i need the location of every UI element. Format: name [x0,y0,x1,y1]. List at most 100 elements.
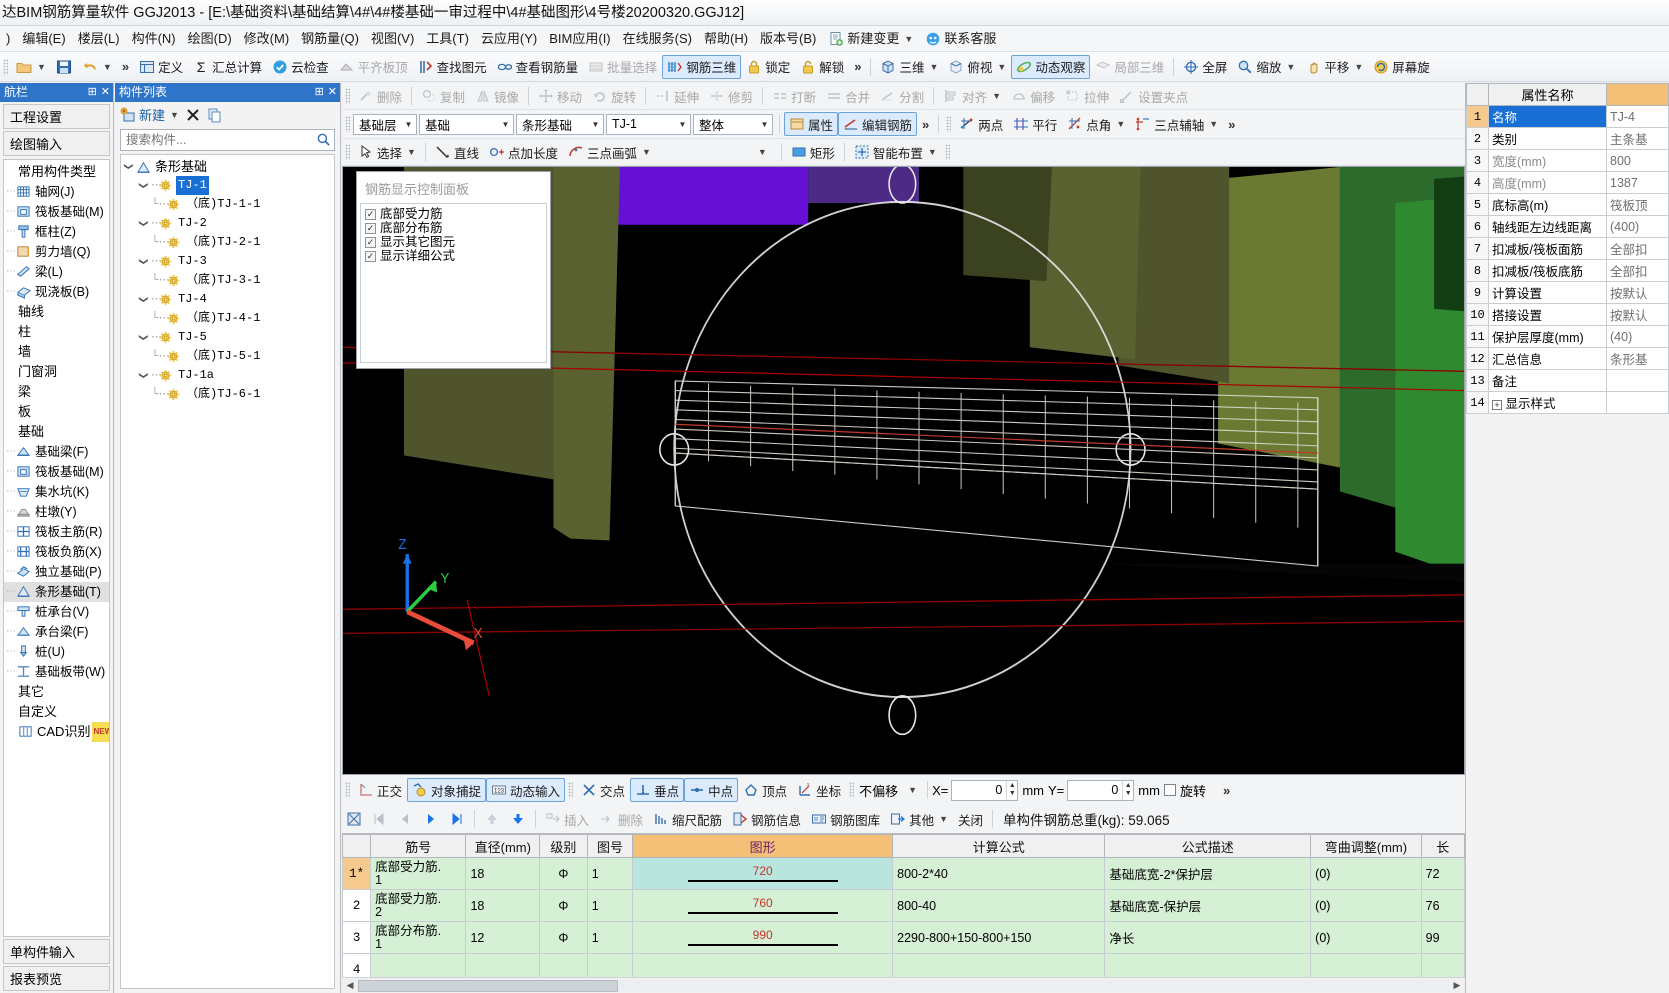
col-diameter[interactable]: 直径(mm) [465,834,541,858]
nav-wall-group[interactable]: 墙 [4,342,109,362]
screen-rotate-button[interactable]: 屏幕旋 [1368,55,1435,79]
cell-shape[interactable]: 760 [632,889,894,922]
cell-rebar-no[interactable]: 底部分布筋. 1 [370,921,467,954]
move-up-button[interactable] [479,807,505,831]
view-top-button[interactable]: 俯视 ▼ [943,55,1011,79]
property-value[interactable]: (40) [1606,325,1669,348]
chevron-down-icon[interactable]: ▼ [748,147,777,157]
pin-icon[interactable]: ⊞ [315,83,324,102]
col-rebar-no[interactable]: 筋号 [370,834,467,858]
menu-bim[interactable]: BIM应用(I) [543,26,616,51]
menu-view[interactable]: 视图(V) [365,26,420,51]
set-grip-button[interactable]: 设置夹点 [1114,84,1193,108]
property-name[interactable]: 名称 [1488,105,1607,128]
line-button[interactable]: 直线 [430,140,484,164]
cell-shape[interactable]: 720 [632,857,894,890]
cell-grade[interactable]: Φ [539,857,588,890]
property-value[interactable]: 800 [1606,149,1669,172]
checkbox[interactable]: ✓ [365,250,376,262]
search-icon[interactable] [316,132,331,150]
pan-button[interactable]: 平移 ▼ [1300,55,1368,79]
menu-tools[interactable]: 工具(T) [420,26,475,51]
property-value[interactable]: 条形基 [1606,347,1669,370]
property-row[interactable]: 1 名称 TJ-4 [1466,105,1669,128]
cell-bend-adjust[interactable]: (0) [1310,921,1422,954]
point-angle-button[interactable]: 点角 ▼ [1062,112,1130,136]
tree-node[interactable]: ❯ ⋯ TJ-3 [121,252,334,271]
property-name[interactable]: 轴线距左边线距离 [1488,215,1607,238]
nav-beam-group[interactable]: 梁 [4,382,109,402]
rebar-info-button[interactable]: 钢筋信息 [727,807,806,831]
checkbox-bottom-main-rebar[interactable]: ✓ 底部受力筋 [365,207,542,221]
property-row[interactable]: 8 扣减板/筏板底筋 全部扣 [1466,259,1669,282]
expand-chevron-icon[interactable]: ❯ [134,178,153,193]
rectangle-button[interactable]: 矩形 [786,140,840,164]
nav-independent-foundation[interactable]: ⋯ 独立基础(P) [4,562,109,582]
nav-door-window[interactable]: 门窗洞 [4,362,109,382]
new-change-button[interactable]: 新建变更 ▼ [822,26,919,51]
table-row[interactable]: 2 底部受力筋. 2 18 Φ 1 760 800-40 基础底宽-保护层 (0) 76 [342,889,1465,922]
view-3d-button[interactable]: 三维 ▼ [875,55,943,79]
snap-vertex[interactable]: 顶点 [738,778,792,802]
scroll-left-icon[interactable]: ◀ [342,980,358,991]
nav-project-settings[interactable]: 工程设置 [3,104,110,129]
tree-leaf[interactable]: └⋯ （底)TJ-1-1 [121,195,334,214]
col-length[interactable]: 长 [1420,834,1465,858]
row-number[interactable]: 2 [342,889,372,922]
cell-bend-adjust[interactable]: (0) [1310,889,1422,922]
checkbox[interactable]: ✓ [365,208,376,220]
toolbar-grip[interactable] [345,116,350,132]
view-rebar-qty-button[interactable]: 查看钢筋量 [492,55,584,79]
cell-bend-adjust[interactable]: (0) [1310,857,1422,890]
nav-component-list[interactable]: 常用构件类型 ⋯ 轴网(J) ⋯ 筏板基础(M) ⋯ 框柱(Z) ⋯ 剪力墙(Q) ⋯ 梁(L) ⋯ 现… [3,159,110,937]
break-button[interactable]: 打断 [767,84,821,108]
cell-diameter[interactable]: 18 [465,857,541,890]
property-row[interactable]: 7 扣减板/筏板面筋 全部扣 [1466,237,1669,260]
stretch-button[interactable]: 拉伸 [1060,84,1114,108]
property-value[interactable]: 按默认 [1606,281,1669,304]
menu-online[interactable]: 在线服务(S) [617,26,698,51]
scale-rebar-button[interactable]: 缩尺配筋 [648,807,727,831]
property-value[interactable]: (400) [1606,215,1669,238]
close-button[interactable]: 关闭 [953,807,988,831]
rebar-library-button[interactable]: 钢筋图库 [806,807,885,831]
rebar-table-hscrollbar[interactable]: ◀ ▶ [342,977,1465,993]
nav-foundation-strip[interactable]: ⋯ 基础板带(W) [4,662,109,682]
rebar-table-wrap[interactable]: 筋号 直径(mm) 级别 图号 图形 计算公式 公式描述 弯曲调整(mm) 长 1* 底部受力筋.… [342,833,1465,993]
nav-raft-main-rebar[interactable]: ⋯ 筏板主筋(R) [4,522,109,542]
delete-button[interactable]: 删除 [353,84,407,108]
nav-sump-pit[interactable]: ⋯ 集水坑(K) [4,482,109,502]
open-button[interactable]: ▼ [11,55,51,79]
pin-icon[interactable]: ⊞ [88,83,97,102]
x-offset-stepper[interactable]: 0 ▲ ▼ [951,779,1019,801]
property-name[interactable]: 保护层厚度(mm) [1488,325,1607,348]
rotate-button[interactable]: 旋转 [587,84,641,108]
cell-formula[interactable]: 800-40 [892,889,1106,922]
cell-formula-desc[interactable]: 基础底宽-保护层 [1104,889,1312,922]
checkbox-bottom-dist-rebar[interactable]: ✓ 底部分布筋 [365,221,542,235]
context-overflow-button[interactable]: » [917,117,934,132]
cell-formula-desc[interactable]: 净长 [1104,921,1312,954]
rebar-display-control-panel[interactable]: 钢筋显示控制面板 ✓ 底部受力筋 ✓ 底部分布筋 ✓ 显示其它图元 ✓ 显示详细公式 [356,171,551,369]
property-name[interactable]: + 显示样式 [1488,391,1607,414]
property-value[interactable]: TJ-4 [1606,105,1669,128]
cell-rebar-no[interactable]: 底部受力筋. 2 [370,889,467,922]
edit-rebar-button[interactable]: 编辑钢筋 [838,112,918,136]
menu-floor[interactable]: 楼层(L) [72,26,126,51]
nav-column-group[interactable]: 柱 [4,322,109,342]
tree-node[interactable]: ❯ ⋯ TJ-1a [121,366,334,385]
expand-chevron-icon[interactable]: ❯ [134,216,153,231]
property-row[interactable]: 12 汇总信息 条形基 [1466,347,1669,370]
next-record-button[interactable] [418,807,444,831]
property-row[interactable]: 6 轴线距左边线距离 (400) [1466,215,1669,238]
nav-shear-wall[interactable]: ⋯ 剪力墙(Q) [4,242,109,262]
property-name[interactable]: 宽度(mm) [1488,149,1607,172]
first-record-button[interactable] [366,807,392,831]
nav-foundation-beam[interactable]: ⋯ 基础梁(F) [4,442,109,462]
snap-intersection[interactable]: 交点 [576,778,630,802]
col-shape[interactable]: 图形 [632,834,894,858]
rotate-checkbox[interactable] [1163,784,1176,796]
property-row[interactable]: 4 高度(mm) 1387 [1466,171,1669,194]
cell-fig-no[interactable]: 1 [586,857,634,890]
align-slab-top-button[interactable]: 平齐板顶 [334,55,413,79]
